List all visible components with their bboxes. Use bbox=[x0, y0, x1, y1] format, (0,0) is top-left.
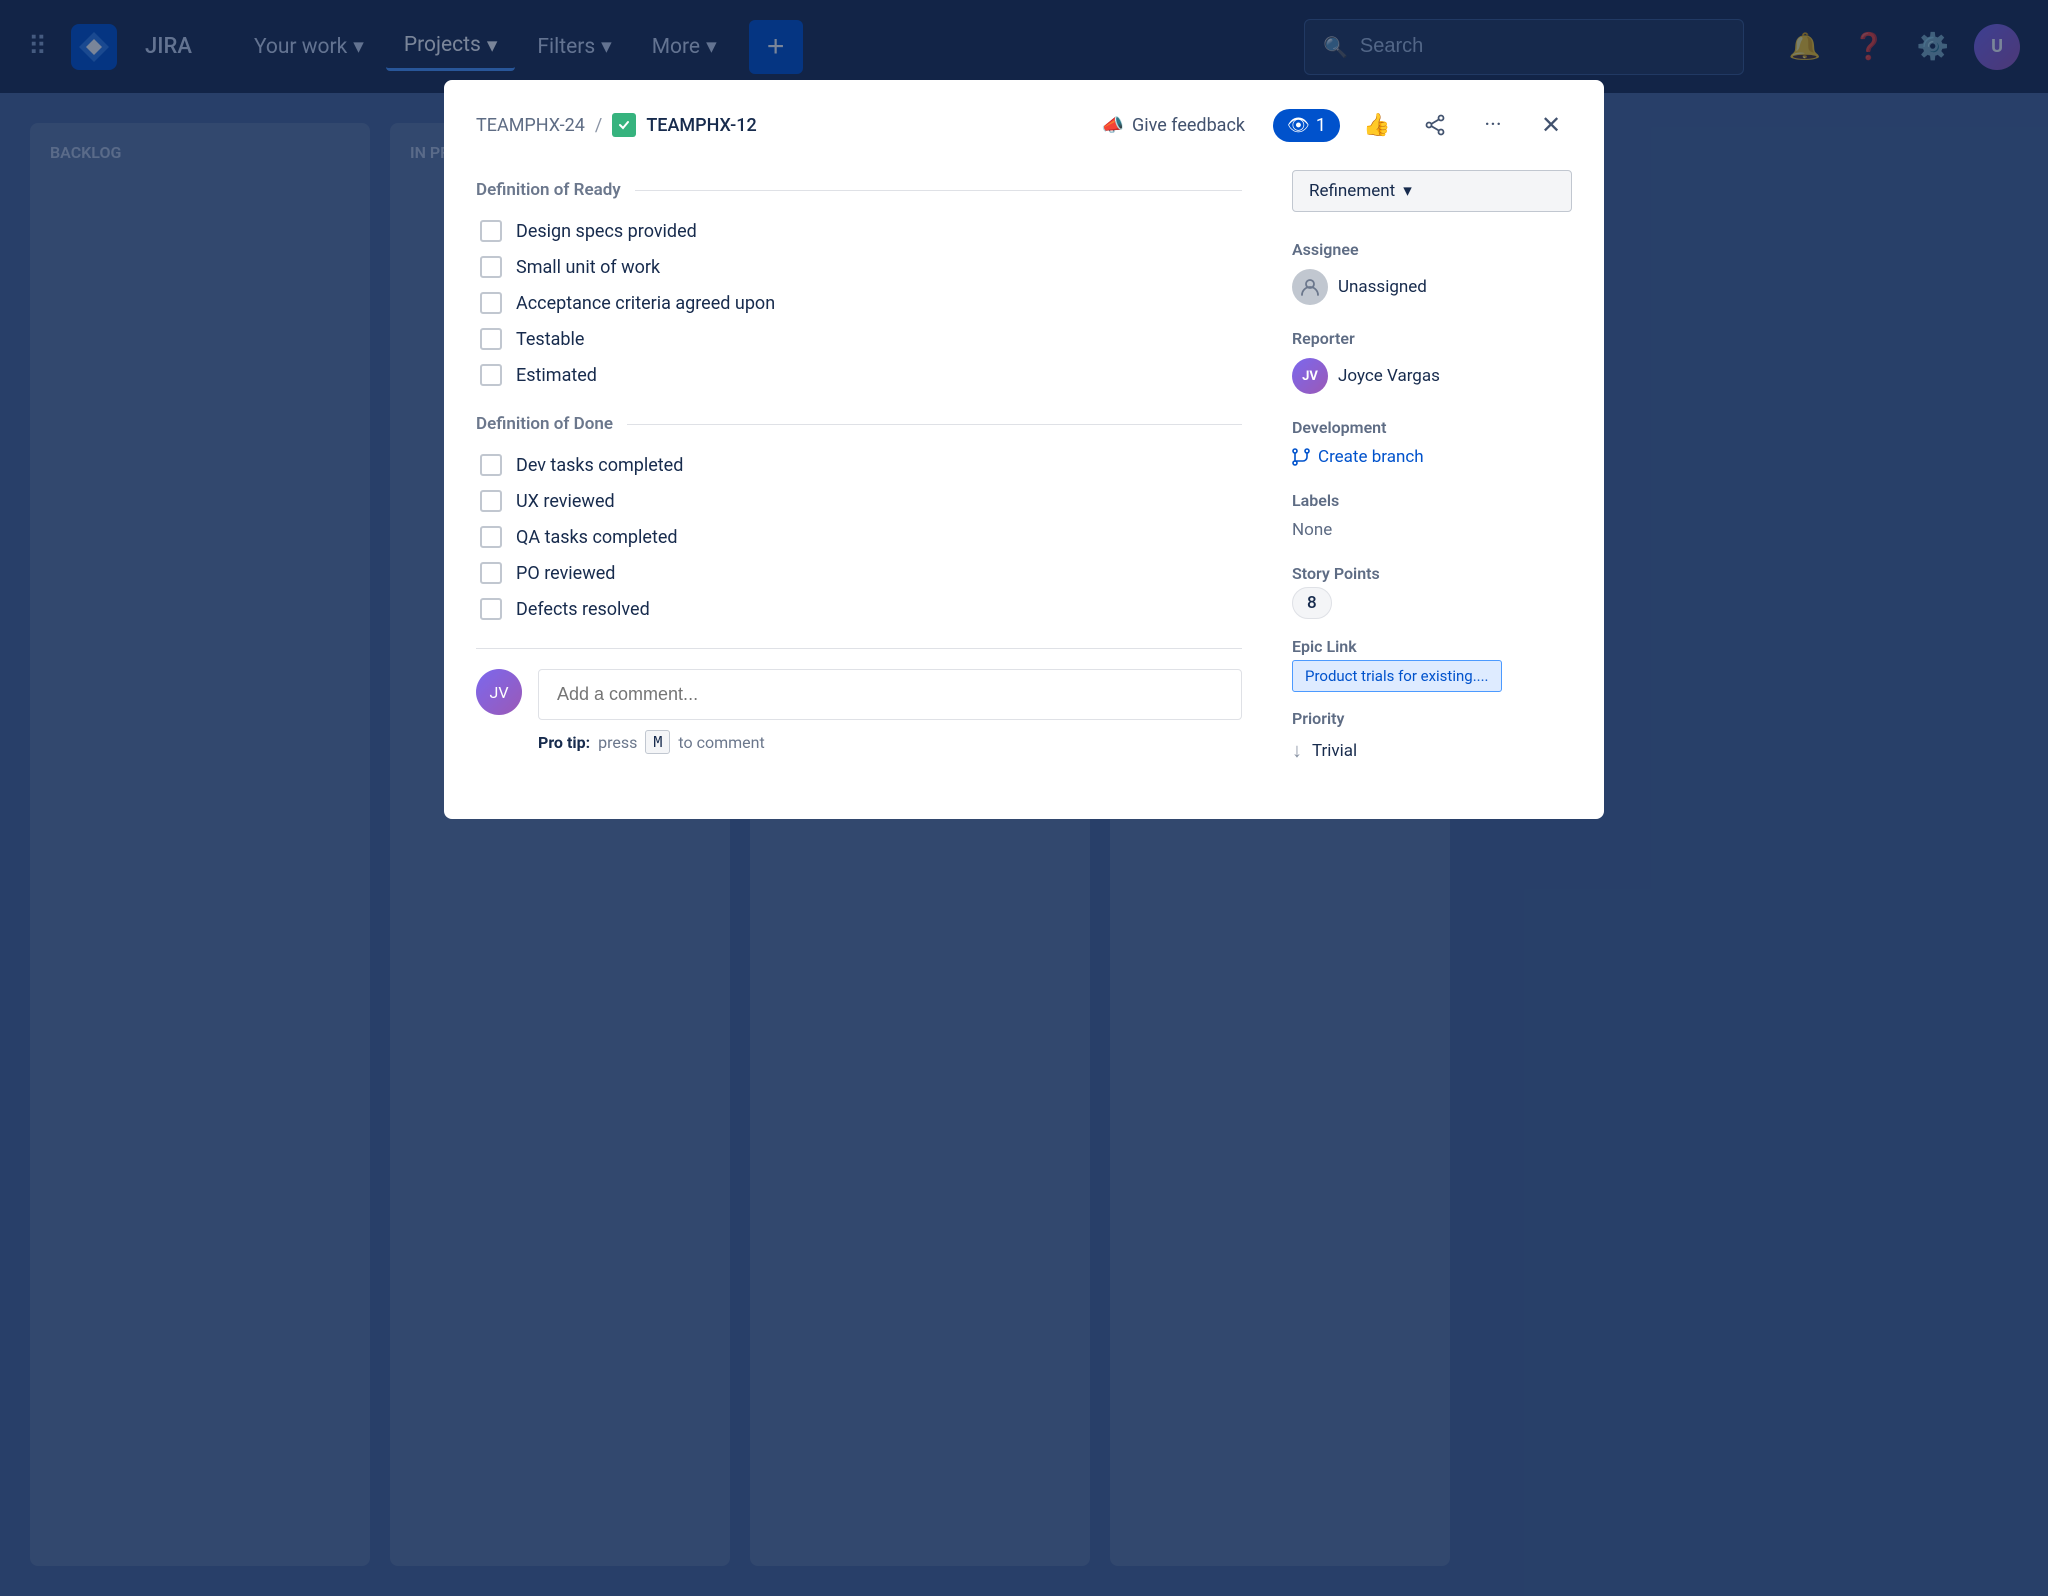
checklist-item-dev-tasks[interactable]: Dev tasks completed bbox=[480, 454, 1242, 476]
assignee-value[interactable]: Unassigned bbox=[1292, 269, 1572, 305]
checklist-item-testable[interactable]: Testable bbox=[480, 328, 1242, 350]
modal-body: Definition of Ready Design specs provide… bbox=[444, 146, 1604, 819]
give-feedback-button[interactable]: 📣 Give feedback bbox=[1090, 107, 1257, 144]
modal-header-actions: 📣 Give feedback 👁 1 👍 ··· ✕ bbox=[1090, 104, 1572, 146]
checklist-item-qa-tasks[interactable]: QA tasks completed bbox=[480, 526, 1242, 548]
assignee-label: Assignee bbox=[1292, 240, 1572, 259]
issue-type-icon bbox=[612, 113, 636, 137]
checkbox-acceptance[interactable] bbox=[480, 292, 502, 314]
eye-icon: 👁 bbox=[1287, 115, 1310, 136]
definition-of-done-checklist: Dev tasks completed UX reviewed QA tasks… bbox=[480, 454, 1242, 620]
epic-link-value[interactable]: Product trials for existing.... bbox=[1292, 660, 1502, 692]
checkbox-defects[interactable] bbox=[480, 598, 502, 620]
modal-left-panel: Definition of Ready Design specs provide… bbox=[476, 170, 1252, 787]
checklist-label-dev-tasks: Dev tasks completed bbox=[516, 455, 683, 476]
comment-divider bbox=[476, 648, 1242, 649]
reporter-name: Joyce Vargas bbox=[1338, 366, 1440, 386]
reporter-value[interactable]: JV Joyce Vargas bbox=[1292, 358, 1572, 394]
reporter-label: Reporter bbox=[1292, 329, 1572, 348]
shortcut-key: M bbox=[645, 730, 670, 754]
assignee-section: Assignee Unassigned bbox=[1292, 240, 1572, 305]
checklist-item-defects[interactable]: Defects resolved bbox=[480, 598, 1242, 620]
checklist-item-ux-reviewed[interactable]: UX reviewed bbox=[480, 490, 1242, 512]
checklist-item-design-specs[interactable]: Design specs provided bbox=[480, 220, 1242, 242]
breadcrumb-parent-link[interactable]: TEAMPHX-24 bbox=[476, 115, 585, 136]
watch-count: 1 bbox=[1316, 115, 1326, 136]
labels-section: Labels None bbox=[1292, 491, 1572, 540]
reporter-section: Reporter JV Joyce Vargas bbox=[1292, 329, 1572, 394]
commenter-avatar: JV bbox=[476, 669, 522, 715]
priority-value[interactable]: ↓ Trivial bbox=[1292, 738, 1572, 763]
pro-tip: Pro tip: press M to comment bbox=[538, 730, 1242, 754]
comment-area: JV bbox=[476, 669, 1242, 720]
story-points-section: Story Points 8 bbox=[1292, 564, 1572, 613]
share-button[interactable] bbox=[1414, 104, 1456, 146]
epic-link-section: Epic Link Product trials for existing...… bbox=[1292, 637, 1572, 685]
checklist-label-ux-reviewed: UX reviewed bbox=[516, 491, 615, 512]
checkbox-qa-tasks[interactable] bbox=[480, 526, 502, 548]
checklist-item-acceptance[interactable]: Acceptance criteria agreed upon bbox=[480, 292, 1242, 314]
checkbox-po-reviewed[interactable] bbox=[480, 562, 502, 584]
checkbox-small-unit[interactable] bbox=[480, 256, 502, 278]
checkbox-estimated[interactable] bbox=[480, 364, 502, 386]
refinement-chevron-icon: ▾ bbox=[1403, 181, 1412, 201]
checklist-label-design-specs: Design specs provided bbox=[516, 221, 697, 242]
checklist-label-qa-tasks: QA tasks completed bbox=[516, 527, 678, 548]
create-branch-label: Create branch bbox=[1318, 447, 1424, 467]
give-feedback-label: Give feedback bbox=[1132, 115, 1245, 136]
definition-of-ready-title: Definition of Ready bbox=[476, 180, 621, 200]
checklist-label-estimated: Estimated bbox=[516, 365, 597, 386]
priority-text: Trivial bbox=[1312, 741, 1357, 761]
labels-value[interactable]: None bbox=[1292, 520, 1332, 540]
checkbox-testable[interactable] bbox=[480, 328, 502, 350]
refinement-label: Refinement bbox=[1309, 181, 1395, 201]
checklist-item-small-unit[interactable]: Small unit of work bbox=[480, 256, 1242, 278]
definition-of-done-header: Definition of Done bbox=[476, 414, 1242, 434]
breadcrumb-current: TEAMPHX-12 bbox=[646, 115, 756, 136]
checklist-item-po-reviewed[interactable]: PO reviewed bbox=[480, 562, 1242, 584]
checklist-label-testable: Testable bbox=[516, 329, 584, 350]
checkbox-ux-reviewed[interactable] bbox=[480, 490, 502, 512]
definition-of-ready-checklist: Design specs provided Small unit of work… bbox=[480, 220, 1242, 386]
comment-input[interactable] bbox=[538, 669, 1242, 720]
priority-label: Priority bbox=[1292, 709, 1572, 728]
reporter-avatar: JV bbox=[1292, 358, 1328, 394]
thumbs-up-button[interactable]: 👍 bbox=[1356, 104, 1398, 146]
close-button[interactable]: ✕ bbox=[1530, 104, 1572, 146]
checklist-label-po-reviewed: PO reviewed bbox=[516, 563, 615, 584]
breadcrumb: TEAMPHX-24 / TEAMPHX-12 bbox=[476, 113, 757, 137]
priority-icon: ↓ bbox=[1292, 738, 1302, 763]
watch-button[interactable]: 👁 1 bbox=[1273, 109, 1340, 142]
story-points-value[interactable]: 8 bbox=[1292, 587, 1332, 619]
unassigned-avatar bbox=[1292, 269, 1328, 305]
story-points-label: Story Points bbox=[1292, 564, 1572, 583]
definition-of-done-title: Definition of Done bbox=[476, 414, 613, 434]
issue-modal: TEAMPHX-24 / TEAMPHX-12 📣 Give feedback … bbox=[444, 80, 1604, 819]
checklist-label-acceptance: Acceptance criteria agreed upon bbox=[516, 293, 775, 314]
assignee-name: Unassigned bbox=[1338, 277, 1427, 297]
checklist-item-estimated[interactable]: Estimated bbox=[480, 364, 1242, 386]
pro-tip-label: Pro tip: bbox=[538, 733, 590, 752]
modal-right-panel: Refinement ▾ Assignee Unassigned bbox=[1292, 170, 1572, 787]
development-label: Development bbox=[1292, 418, 1572, 437]
priority-section: Priority ↓ Trivial bbox=[1292, 709, 1572, 763]
checkbox-dev-tasks[interactable] bbox=[480, 454, 502, 476]
checklist-label-small-unit: Small unit of work bbox=[516, 257, 660, 278]
definition-of-ready-header: Definition of Ready bbox=[476, 180, 1242, 200]
labels-label: Labels bbox=[1292, 491, 1572, 510]
modal-header: TEAMPHX-24 / TEAMPHX-12 📣 Give feedback … bbox=[444, 80, 1604, 146]
checkbox-design-specs[interactable] bbox=[480, 220, 502, 242]
refinement-button[interactable]: Refinement ▾ bbox=[1292, 170, 1572, 212]
more-options-button[interactable]: ··· bbox=[1472, 104, 1514, 146]
checklist-label-defects: Defects resolved bbox=[516, 599, 650, 620]
megaphone-icon: 📣 bbox=[1102, 115, 1124, 136]
section-divider-2 bbox=[627, 424, 1242, 425]
development-section: Development Create branch bbox=[1292, 418, 1572, 467]
section-divider bbox=[635, 190, 1242, 191]
epic-link-label: Epic Link bbox=[1292, 637, 1572, 656]
create-branch-link[interactable]: Create branch bbox=[1292, 447, 1572, 467]
